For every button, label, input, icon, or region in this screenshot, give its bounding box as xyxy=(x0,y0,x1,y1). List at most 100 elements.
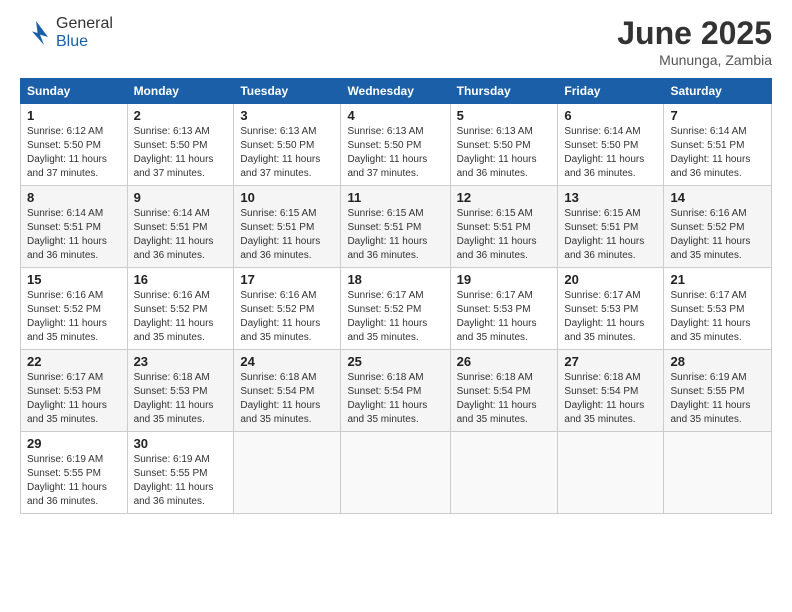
day-number: 26 xyxy=(457,354,552,369)
month-title: June 2025 xyxy=(617,15,772,52)
calendar-header-row: SundayMondayTuesdayWednesdayThursdayFrid… xyxy=(21,79,772,104)
day-info: Sunrise: 6:15 AMSunset: 5:51 PMDaylight:… xyxy=(457,207,552,263)
calendar-cell: 21 Sunrise: 6:17 AMSunset: 5:53 PMDayligh… xyxy=(664,268,772,350)
calendar-cell: 3Sunrise: 6:13 AMSunset: 5:50 PMDaylight… xyxy=(234,104,341,186)
day-info: Sunrise: 6:12 AMSunset: 5:50 PMDaylight:… xyxy=(27,125,121,181)
calendar-cell: 17 Sunrise: 6:16 AMSunset: 5:52 PMDayligh… xyxy=(234,268,341,350)
day-info: Sunrise: 6:18 AMSunset: 5:53 PMDaylight:… xyxy=(134,371,228,427)
calendar-cell: 9 Sunrise: 6:14 AMSunset: 5:51 PMDaylight… xyxy=(127,186,234,268)
calendar-cell: 4Sunrise: 6:13 AMSunset: 5:50 PMDaylight… xyxy=(341,104,450,186)
logo: General Blue xyxy=(20,15,113,51)
day-number: 18 xyxy=(347,272,443,287)
calendar-cell: 14 Sunrise: 6:16 AMSunset: 5:52 PMDayligh… xyxy=(664,186,772,268)
day-info: Sunrise: 6:17 AMSunset: 5:53 PMDaylight:… xyxy=(457,289,552,345)
day-number: 15 xyxy=(27,272,121,287)
day-number: 28 xyxy=(670,354,765,369)
calendar-cell: 18Sunrise: 6:17 AMSunset: 5:52 PMDayligh… xyxy=(341,268,450,350)
calendar-cell: 16 Sunrise: 6:16 AMSunset: 5:52 PMDayligh… xyxy=(127,268,234,350)
calendar-cell: 15 Sunrise: 6:16 AMSunset: 5:52 PMDayligh… xyxy=(21,268,128,350)
day-number: 30 xyxy=(134,436,228,451)
day-info: Sunrise: 6:14 AMSunset: 5:51 PMDaylight:… xyxy=(134,207,228,263)
title-block: June 2025 Mununga, Zambia xyxy=(617,15,772,68)
day-number: 9 xyxy=(134,190,228,205)
logo-text: General Blue xyxy=(56,15,113,51)
day-number: 16 xyxy=(134,272,228,287)
day-info: Sunrise: 6:18 AMSunset: 5:54 PMDaylight:… xyxy=(347,371,443,427)
col-header-thursday: Thursday xyxy=(450,79,558,104)
day-info: Sunrise: 6:19 AMSunset: 5:55 PMDaylight:… xyxy=(27,453,121,509)
calendar-cell: 10Sunrise: 6:15 AMSunset: 5:51 PMDayligh… xyxy=(234,186,341,268)
day-info: Sunrise: 6:18 AMSunset: 5:54 PMDaylight:… xyxy=(564,371,657,427)
day-info: Sunrise: 6:19 AMSunset: 5:55 PMDaylight:… xyxy=(670,371,765,427)
day-info: Sunrise: 6:13 AMSunset: 5:50 PMDaylight:… xyxy=(134,125,228,181)
calendar-cell: 25 Sunrise: 6:18 AMSunset: 5:54 PMDayligh… xyxy=(341,350,450,432)
day-info: Sunrise: 6:16 AMSunset: 5:52 PMDaylight:… xyxy=(240,289,334,345)
calendar-cell: 24Sunrise: 6:18 AMSunset: 5:54 PMDayligh… xyxy=(234,350,341,432)
calendar-cell xyxy=(664,432,772,514)
calendar-table: SundayMondayTuesdayWednesdayThursdayFrid… xyxy=(20,78,772,514)
calendar-cell: 27 Sunrise: 6:18 AMSunset: 5:54 PMDayligh… xyxy=(558,350,664,432)
day-info: Sunrise: 6:13 AMSunset: 5:50 PMDaylight:… xyxy=(457,125,552,181)
col-header-friday: Friday xyxy=(558,79,664,104)
calendar-cell: 26Sunrise: 6:18 AMSunset: 5:54 PMDayligh… xyxy=(450,350,558,432)
day-info: Sunrise: 6:15 AMSunset: 5:51 PMDaylight:… xyxy=(347,207,443,263)
day-info: Sunrise: 6:13 AMSunset: 5:50 PMDaylight:… xyxy=(347,125,443,181)
day-info: Sunrise: 6:16 AMSunset: 5:52 PMDaylight:… xyxy=(134,289,228,345)
day-number: 17 xyxy=(240,272,334,287)
calendar-page: General Blue June 2025 Mununga, Zambia S… xyxy=(0,0,792,612)
calendar-cell: 2 Sunrise: 6:13 AMSunset: 5:50 PMDaylight… xyxy=(127,104,234,186)
day-info: Sunrise: 6:17 AMSunset: 5:53 PMDaylight:… xyxy=(564,289,657,345)
day-number: 5 xyxy=(457,108,552,123)
calendar-cell xyxy=(341,432,450,514)
calendar-cell: 22 Sunrise: 6:17 AMSunset: 5:53 PMDayligh… xyxy=(21,350,128,432)
calendar-week-row: 29 Sunrise: 6:19 AMSunset: 5:55 PMDayligh… xyxy=(21,432,772,514)
day-number: 6 xyxy=(564,108,657,123)
calendar-cell: 5 Sunrise: 6:13 AMSunset: 5:50 PMDaylight… xyxy=(450,104,558,186)
day-number: 14 xyxy=(670,190,765,205)
calendar-cell: 30 Sunrise: 6:19 AMSunset: 5:55 PMDayligh… xyxy=(127,432,234,514)
calendar-cell: 11 Sunrise: 6:15 AMSunset: 5:51 PMDayligh… xyxy=(341,186,450,268)
col-header-sunday: Sunday xyxy=(21,79,128,104)
calendar-week-row: 22 Sunrise: 6:17 AMSunset: 5:53 PMDayligh… xyxy=(21,350,772,432)
calendar-week-row: 15 Sunrise: 6:16 AMSunset: 5:52 PMDayligh… xyxy=(21,268,772,350)
calendar-cell xyxy=(234,432,341,514)
day-number: 22 xyxy=(27,354,121,369)
day-info: Sunrise: 6:17 AMSunset: 5:53 PMDaylight:… xyxy=(670,289,765,345)
day-info: Sunrise: 6:14 AMSunset: 5:50 PMDaylight:… xyxy=(564,125,657,181)
day-number: 27 xyxy=(564,354,657,369)
day-number: 21 xyxy=(670,272,765,287)
calendar-week-row: 1 Sunrise: 6:12 AMSunset: 5:50 PMDaylight… xyxy=(21,104,772,186)
day-info: Sunrise: 6:19 AMSunset: 5:55 PMDaylight:… xyxy=(134,453,228,509)
day-info: Sunrise: 6:16 AMSunset: 5:52 PMDaylight:… xyxy=(27,289,121,345)
day-number: 23 xyxy=(134,354,228,369)
calendar-week-row: 8 Sunrise: 6:14 AMSunset: 5:51 PMDaylight… xyxy=(21,186,772,268)
calendar-cell: 29 Sunrise: 6:19 AMSunset: 5:55 PMDayligh… xyxy=(21,432,128,514)
day-number: 19 xyxy=(457,272,552,287)
calendar-cell: 28 Sunrise: 6:19 AMSunset: 5:55 PMDayligh… xyxy=(664,350,772,432)
col-header-wednesday: Wednesday xyxy=(341,79,450,104)
calendar-cell: 8Sunrise: 6:14 AMSunset: 5:51 PMDaylight… xyxy=(21,186,128,268)
day-number: 11 xyxy=(347,190,443,205)
col-header-monday: Monday xyxy=(127,79,234,104)
day-number: 29 xyxy=(27,436,121,451)
page-header: General Blue June 2025 Mununga, Zambia xyxy=(20,15,772,68)
day-number: 2 xyxy=(134,108,228,123)
day-number: 20 xyxy=(564,272,657,287)
day-number: 8 xyxy=(27,190,121,205)
day-info: Sunrise: 6:16 AMSunset: 5:52 PMDaylight:… xyxy=(670,207,765,263)
location-title: Mununga, Zambia xyxy=(617,52,772,68)
calendar-cell: 7 Sunrise: 6:14 AMSunset: 5:51 PMDaylight… xyxy=(664,104,772,186)
calendar-cell: 1 Sunrise: 6:12 AMSunset: 5:50 PMDaylight… xyxy=(21,104,128,186)
day-number: 25 xyxy=(347,354,443,369)
day-info: Sunrise: 6:17 AMSunset: 5:53 PMDaylight:… xyxy=(27,371,121,427)
day-number: 7 xyxy=(670,108,765,123)
calendar-cell xyxy=(558,432,664,514)
col-header-saturday: Saturday xyxy=(664,79,772,104)
day-info: Sunrise: 6:18 AMSunset: 5:54 PMDaylight:… xyxy=(240,371,334,427)
day-number: 1 xyxy=(27,108,121,123)
day-info: Sunrise: 6:14 AMSunset: 5:51 PMDaylight:… xyxy=(670,125,765,181)
calendar-cell: 12Sunrise: 6:15 AMSunset: 5:51 PMDayligh… xyxy=(450,186,558,268)
calendar-cell: 13Sunrise: 6:15 AMSunset: 5:51 PMDayligh… xyxy=(558,186,664,268)
calendar-cell: 20 Sunrise: 6:17 AMSunset: 5:53 PMDayligh… xyxy=(558,268,664,350)
day-number: 10 xyxy=(240,190,334,205)
